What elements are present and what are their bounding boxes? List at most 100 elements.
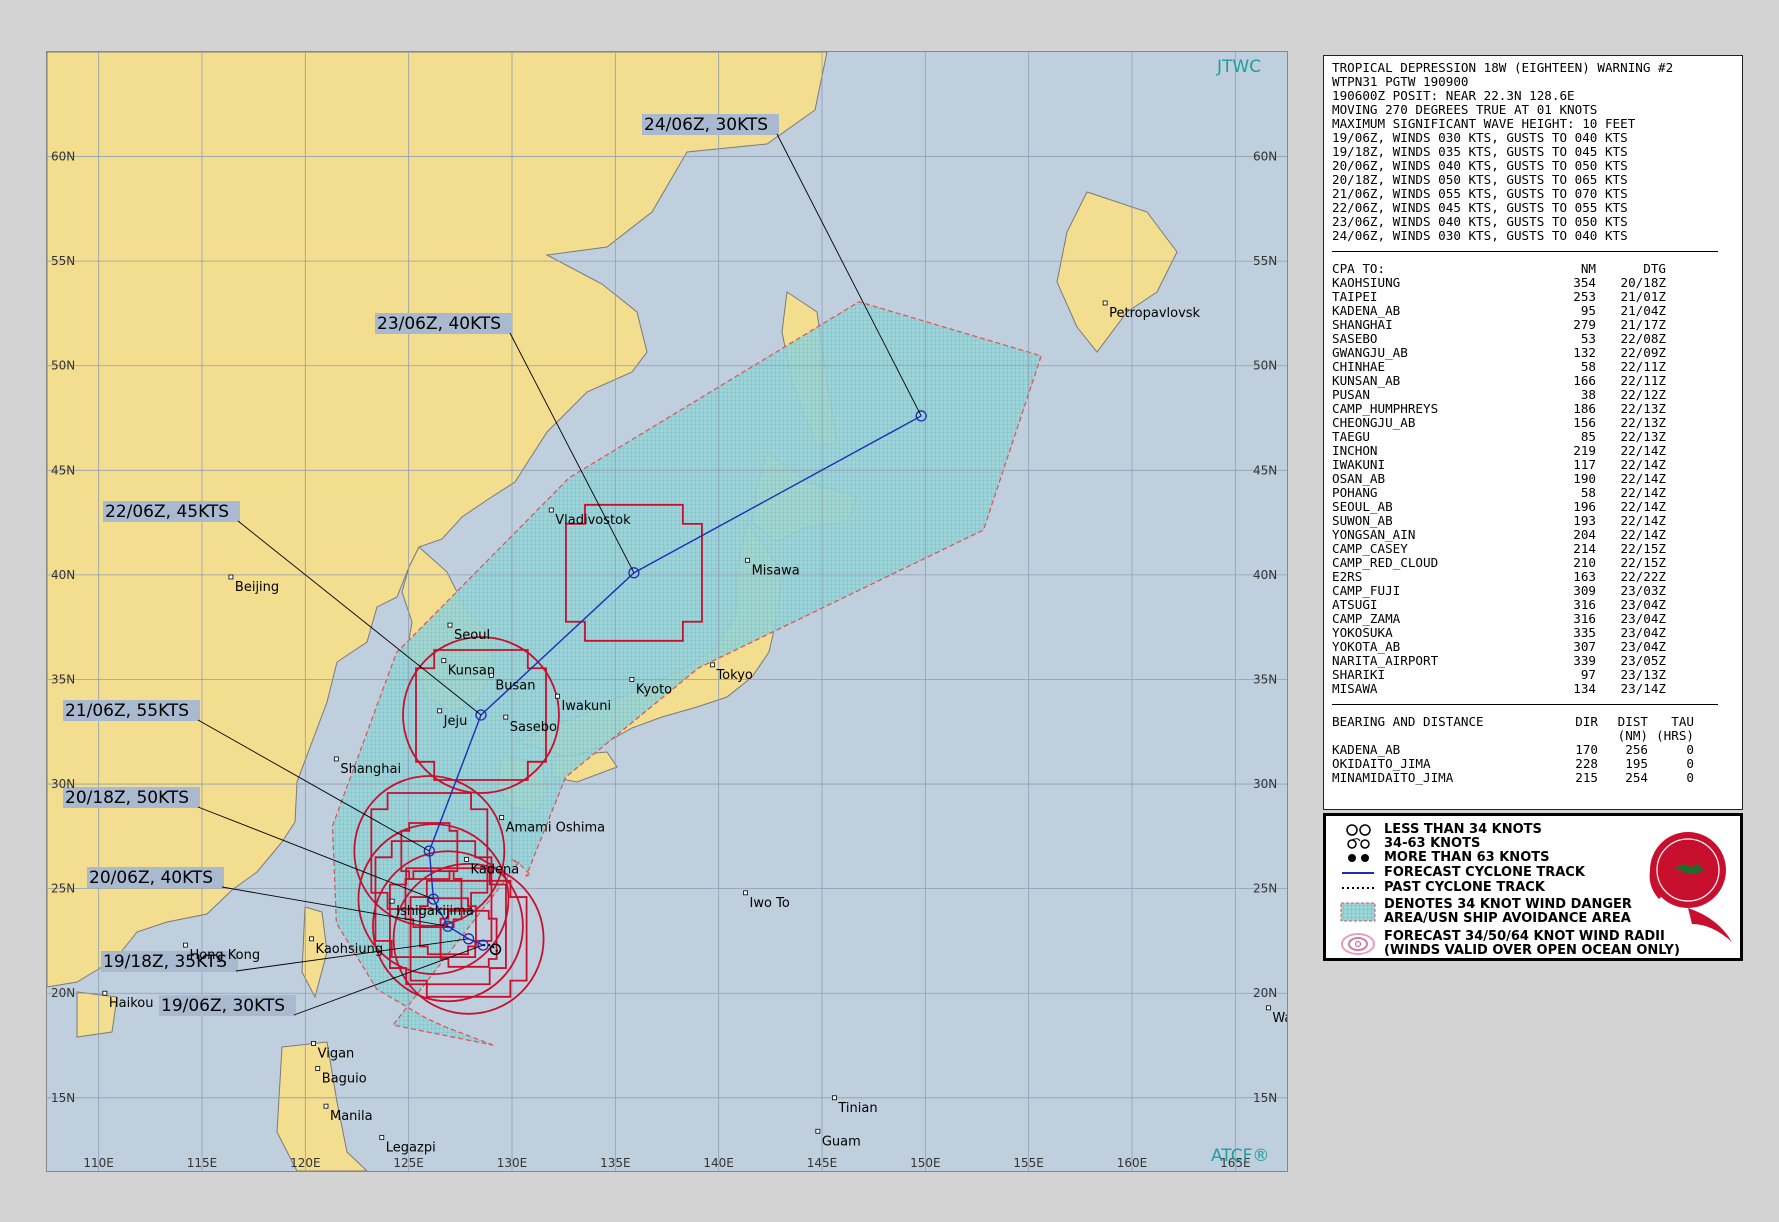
callout-label: 20/06Z, 40KTS: [89, 868, 213, 888]
legend-wind-radii: FORECAST 34/50/64 KNOT WIND RADII (WINDS …: [1336, 930, 1680, 958]
warning-header-line: 24/06Z, WINDS 030 KTS, GUSTS TO 040 KTS: [1332, 228, 1628, 243]
cpa-name: GWANGJU_AB: [1332, 345, 1408, 360]
lat-tick-label: 60N: [51, 150, 75, 164]
cpa-dtg: 22/13Z: [1620, 429, 1667, 444]
city-label: Kaohsiung: [316, 942, 384, 957]
bd-header-name: BEARING AND DISTANCE: [1332, 714, 1484, 729]
cpa-table: KAOHSIUNG 354 20/18Z TAIPEI 253 21/01Z KADENA_…: [1332, 276, 1734, 696]
cpa-name: SEOUL_AB: [1332, 499, 1393, 514]
lon-tick-label: 140E: [703, 1156, 734, 1170]
bd-dist: 256: [1625, 742, 1648, 757]
cpa-name: TAEGU: [1332, 429, 1370, 444]
callout-label: 19/06Z, 30KTS: [161, 996, 285, 1016]
lat-tick-label: 30N: [51, 777, 75, 791]
bd-header: BEARING AND DISTANCE DIR DIST TAU: [1332, 715, 1734, 729]
city-label: Petropavlovsk: [1109, 306, 1200, 321]
city-marker-icon: [309, 936, 314, 942]
warning-header-line: MOVING 270 DEGREES TRUE AT 01 KNOTS: [1332, 102, 1598, 117]
bd-units-dist: (NM): [1617, 728, 1648, 743]
cpa-dtg: 23/04Z: [1620, 639, 1667, 654]
atcf-brand: ATCF®: [1211, 1146, 1269, 1166]
cpa-row: PUSAN 38 22/12Z: [1332, 388, 1734, 402]
cpa-dtg: 22/15Z: [1620, 555, 1667, 570]
callout-label: 22/06Z, 45KTS: [105, 502, 229, 522]
warning-header-line: 19/18Z, WINDS 035 KTS, GUSTS TO 045 KTS: [1332, 144, 1628, 159]
city-marker-icon: [228, 574, 234, 580]
city-marker-icon: [629, 677, 635, 682]
legend-label: LESS THAN 34 KNOTS: [1384, 822, 1542, 837]
cpa-dtg: 22/11Z: [1620, 359, 1667, 374]
bd-dist: 195: [1625, 756, 1648, 771]
city-marker-icon: [1266, 1005, 1271, 1011]
cpa-dtg: 21/01Z: [1620, 289, 1667, 304]
cpa-header-nm: NM: [1580, 261, 1596, 276]
cpa-dtg: 22/22Z: [1620, 569, 1667, 584]
lat-tick-label: 30N: [1253, 777, 1277, 791]
cpa-name: SHANGHAI: [1332, 317, 1393, 332]
city-label: Amami Oshima: [506, 821, 605, 836]
cpa-dtg: 22/14Z: [1620, 499, 1667, 514]
cpa-name: SUWON_AB: [1332, 513, 1393, 528]
city-label: Ishigakijima: [396, 904, 474, 919]
lon-tick-label: 160E: [1117, 1156, 1148, 1170]
cpa-row: CAMP_ZAMA 316 23/04Z: [1332, 612, 1734, 626]
cpa-name: ATSUGI: [1332, 597, 1378, 612]
cpa-row: E2RS 163 22/22Z: [1332, 570, 1734, 584]
cpa-nm: 163: [1573, 569, 1596, 584]
cpa-row: CAMP_CASEY 214 22/15Z: [1332, 542, 1734, 556]
cpa-nm: 204: [1573, 527, 1596, 542]
city-label: Busan: [495, 678, 535, 693]
lat-tick-label: 50N: [51, 359, 75, 373]
cpa-nm: 193: [1573, 513, 1596, 528]
forecast-line-icon: [1336, 865, 1380, 881]
cpa-nm: 166: [1573, 373, 1596, 388]
city-marker-icon: [555, 693, 560, 699]
jtwc-seal-logo: [1649, 832, 1732, 942]
city-label: Haikou: [109, 996, 154, 1011]
bd-units-tau: (HRS): [1656, 728, 1694, 743]
city-label: Tokyo: [715, 668, 752, 683]
warning-header-line: 21/06Z, WINDS 055 KTS, GUSTS TO 070 KTS: [1332, 186, 1628, 201]
legend-danger-area: DENOTES 34 KNOT WIND DANGER AREA/USN SHIP…: [1336, 898, 1632, 926]
cpa-row: KUNSAN_AB 166 22/11Z: [1332, 374, 1734, 388]
legend-past-track: PAST CYCLONE TRACK: [1336, 880, 1545, 896]
city-label: Vladivostok: [555, 513, 631, 528]
lat-tick-label: 50N: [1253, 359, 1277, 373]
cpa-nm: 117: [1573, 457, 1596, 472]
bd-row: MINAMIDAITO_JIMA 215 254 0: [1332, 771, 1734, 785]
warning-header-line: WTPN31 PGTW 190900: [1332, 74, 1469, 89]
cpa-nm: 156: [1573, 415, 1596, 430]
cpa-nm: 85: [1580, 429, 1596, 444]
city-label: Sasebo: [510, 720, 557, 735]
cpa-dtg: 22/14Z: [1620, 457, 1667, 472]
cpa-name: CAMP_FUJI: [1332, 583, 1401, 598]
bd-name: OKIDAITO_JIMA: [1332, 756, 1431, 771]
city-label: Wake: [1272, 1011, 1287, 1026]
cpa-row: SASEBO 53 22/08Z: [1332, 332, 1734, 346]
city-label: Manila: [330, 1109, 373, 1124]
city-marker-icon: [183, 942, 188, 948]
lat-tick-label: 55N: [1253, 254, 1277, 268]
city-label: Kyoto: [636, 682, 672, 697]
cpa-header-dtg: DTG: [1643, 261, 1666, 276]
lat-tick-label: 45N: [51, 463, 75, 477]
cpa-name: E2RS: [1332, 569, 1363, 584]
cpa-name: PUSAN: [1332, 387, 1370, 402]
cpa-dtg: 23/04Z: [1620, 625, 1667, 640]
cpa-name: SASEBO: [1332, 331, 1378, 346]
cpa-nm: 253: [1573, 289, 1596, 304]
bd-header-dist: DIST: [1617, 714, 1648, 729]
city-marker-icon: [1102, 300, 1108, 306]
city-label: Kadena: [471, 862, 520, 877]
lon-tick-label: 115E: [187, 1156, 218, 1170]
cpa-dtg: 22/12Z: [1620, 387, 1667, 402]
map-panel: 24/06Z, 30KTS 23/06Z, 40KTS 22/06Z, 45KTS 2…: [46, 51, 1288, 1172]
warning-panel: TROPICAL DEPRESSION 18W (EIGHTEEN) WARNI…: [1323, 55, 1743, 810]
cpa-name: NARITA_AIRPORT: [1332, 653, 1439, 668]
cpa-nm: 335: [1573, 625, 1596, 640]
city-label: Hong Kong: [189, 948, 260, 963]
cpa-name: CHEONGJU_AB: [1332, 415, 1416, 430]
cpa-row: MISAWA 134 23/14Z: [1332, 682, 1734, 696]
cpa-dtg: 20/18Z: [1620, 275, 1667, 290]
cyclone-map: 24/06Z, 30KTS 23/06Z, 40KTS 22/06Z, 45KTS 2…: [47, 52, 1287, 1171]
